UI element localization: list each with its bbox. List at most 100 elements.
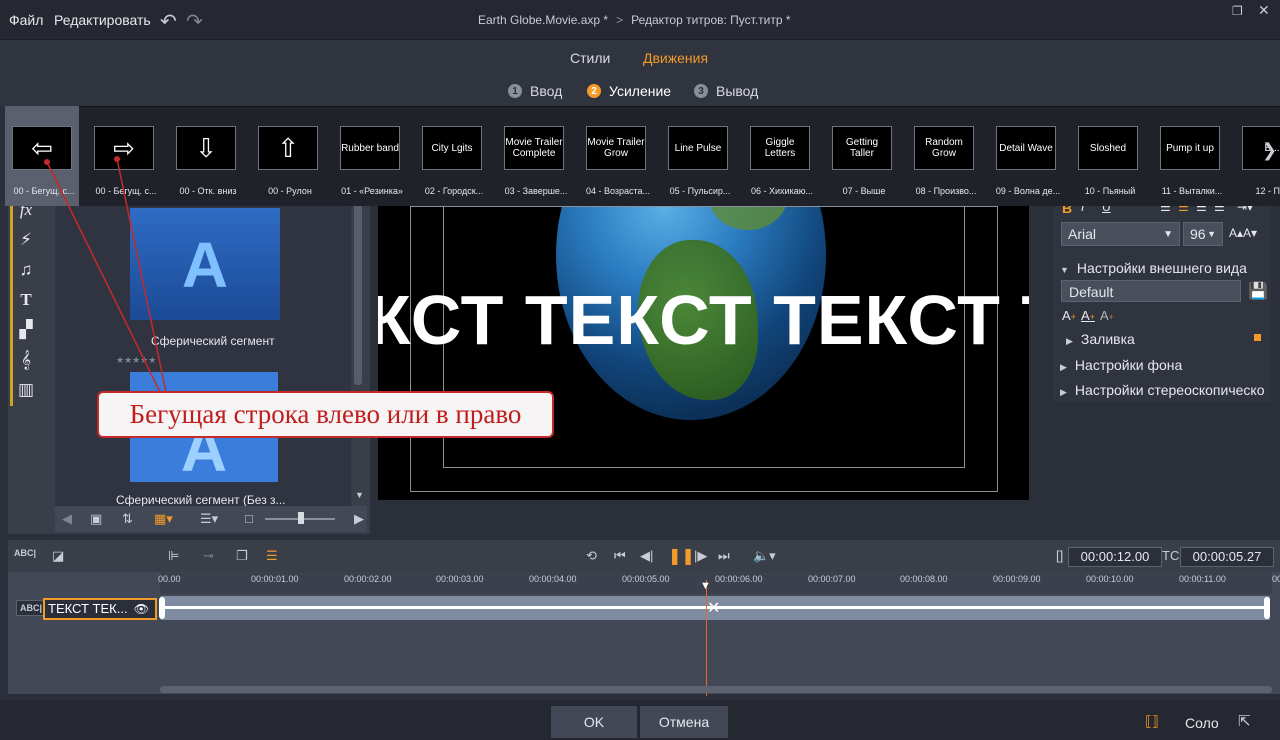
timeline-fit-icon[interactable]: ☰ — [266, 548, 278, 564]
motion-preset-thumb[interactable]: City Lgits — [422, 126, 482, 170]
clip-start-handle[interactable] — [159, 597, 165, 619]
pause-icon[interactable]: ❚❚ — [668, 546, 695, 566]
library-item-thumb[interactable]: A — [130, 208, 280, 320]
fill-color-swatch[interactable] — [1254, 334, 1261, 341]
timecode-field[interactable]: 00:00:05.27 — [1180, 547, 1274, 567]
title-preview[interactable]: КСТ ТЕКСТ ТЕКСТ Т — [378, 200, 1029, 500]
sync-icon[interactable]: ⇅ — [122, 511, 133, 527]
text-track-icon[interactable]: ABC| — [14, 548, 36, 558]
clip-end-handle[interactable] — [1264, 597, 1270, 619]
fullscreen-icon[interactable]: ⟦⟧ — [1145, 713, 1159, 730]
volume-icon[interactable]: 🔈▾ — [753, 548, 776, 564]
motion-preset-label: 02 - Городск... — [424, 186, 484, 196]
copy-icon[interactable]: ▣ — [90, 511, 102, 527]
tab-motions[interactable]: Движения — [643, 50, 708, 66]
motion-preset-thumb[interactable]: Giggle Letters — [750, 126, 810, 170]
menu-edit[interactable]: Редактировать — [54, 12, 151, 28]
ruler-tick-label: 00:00:09.00 — [993, 574, 1041, 584]
music-icon[interactable]: ♫ — [14, 260, 38, 280]
font-size-select[interactable]: 96 ▼ — [1183, 222, 1223, 246]
close-icon[interactable]: ✕ — [1258, 2, 1270, 19]
appearance-preset-field[interactable]: Default — [1061, 280, 1241, 302]
align-icon[interactable]: ⊫ — [168, 548, 179, 564]
playhead-icon[interactable]: ▼ — [700, 580, 711, 592]
motion-preset-label: 11 - Выталки... — [1161, 186, 1223, 196]
motion-preset-thumb[interactable]: Line Pulse — [668, 126, 728, 170]
duration-field[interactable]: 00:00:12.00 — [1068, 547, 1162, 567]
small-size-icon[interactable]: □ — [245, 511, 253, 526]
menu-file[interactable]: Файл — [9, 12, 43, 28]
ruler-tick-label: 00 — [1272, 574, 1280, 584]
ok-button[interactable]: OK — [551, 706, 637, 738]
step-outro[interactable]: 3 Вывод — [694, 83, 758, 99]
font-select[interactable]: Arial ▼ — [1061, 222, 1180, 246]
motion-preset-thumb[interactable]: Pump it up — [1160, 126, 1220, 170]
appearance-section[interactable]: ▼ Настройки внешнего вида — [1060, 260, 1247, 276]
scroll-down-icon[interactable]: ▼ — [355, 490, 364, 500]
fill-section[interactable]: ▶ Заливка — [1066, 331, 1135, 347]
title-icon[interactable]: T — [14, 290, 38, 310]
font-size-value: 96 — [1190, 226, 1206, 242]
step-number: 3 — [694, 84, 708, 98]
track-header[interactable]: ТЕКСТ ТЕК... 👁 — [43, 598, 157, 620]
library-scrollbar[interactable] — [354, 200, 362, 385]
motion-preset-thumb[interactable]: Random Grow — [914, 126, 974, 170]
motion-preset-thumb[interactable]: Movie Trailer Grow — [586, 126, 646, 170]
restore-icon[interactable]: ❐ — [1232, 4, 1243, 18]
motion-preset-thumb[interactable]: ⇨ — [94, 126, 154, 170]
stereo-section[interactable]: ▶ Настройки стереоскопическо — [1060, 382, 1272, 398]
font-grow-shrink-icon[interactable]: A▴A▾ — [1229, 226, 1257, 240]
layers-icon[interactable]: ❐ — [236, 548, 248, 564]
motion-preset-thumb[interactable]: Rubber band — [340, 126, 400, 170]
export-icon[interactable]: ⇱ — [1238, 712, 1251, 730]
go-to-end-icon[interactable]: ⏭ — [718, 548, 730, 564]
ruler-tick-label: 00:00:07.00 — [808, 574, 856, 584]
montage-icon[interactable]: ▞ — [14, 320, 38, 340]
shape-icon[interactable]: ◪ — [52, 548, 64, 564]
ruler-tick-label: 00.00 — [158, 574, 181, 584]
breadcrumb-project[interactable]: Earth Globe.Movie.axp * — [478, 13, 608, 27]
grid-view-icon[interactable]: ▦▾ — [154, 511, 173, 527]
preview-title-text[interactable]: КСТ ТЕКСТ ТЕКСТ Т — [378, 280, 1029, 360]
link-icon[interactable]: ⊸ — [203, 548, 214, 564]
go-to-start-icon[interactable]: ⏮ — [614, 548, 626, 564]
lightning-icon[interactable]: ⚡ — [14, 230, 38, 250]
rating-stars[interactable]: ★★★★★ — [116, 355, 156, 366]
loop-icon[interactable]: ⟲ — [586, 548, 597, 564]
undo-icon[interactable]: ↶ — [160, 9, 177, 34]
next-icon[interactable]: ▶ — [354, 511, 364, 527]
solo-button[interactable]: Соло — [1185, 715, 1219, 731]
motion-preset-thumb[interactable]: Sloshed — [1078, 126, 1138, 170]
strip-next-icon[interactable]: ❯ — [1262, 140, 1277, 161]
cancel-button[interactable]: Отмена — [640, 706, 728, 738]
motion-preset-thumb[interactable]: ⇧ — [258, 126, 318, 170]
step-emphasis[interactable]: 2 Усиление — [587, 83, 671, 99]
ruler-tick-label: 00:00:02.00 — [344, 574, 392, 584]
eye-icon[interactable]: 👁 — [134, 600, 149, 618]
redo-icon[interactable]: ↷ — [186, 9, 203, 34]
timeline-scrollbar[interactable] — [160, 686, 1272, 693]
add-edge-icon[interactable]: A+ — [1081, 308, 1095, 323]
tab-styles[interactable]: Стили — [570, 50, 610, 66]
motion-preset-thumb[interactable]: Getting Taller — [832, 126, 892, 170]
score-icon[interactable]: 𝄞 — [14, 350, 38, 370]
chevron-right-icon: > — [616, 13, 624, 27]
add-shadow-icon[interactable]: A+ — [1100, 308, 1114, 323]
text-track-icon[interactable]: ABC| — [16, 600, 47, 616]
prev-icon[interactable]: ◀ — [62, 511, 72, 527]
motion-preset-thumb[interactable]: Movie Trailer Complete — [504, 126, 564, 170]
caret-right-icon: ▶ — [1066, 336, 1073, 346]
save-icon[interactable]: 💾 — [1248, 281, 1268, 301]
motion-preset-thumb[interactable]: ⇦ — [12, 126, 72, 170]
step-intro[interactable]: 1 Ввод — [508, 83, 562, 99]
background-section[interactable]: ▶ Настройки фона — [1060, 357, 1182, 373]
list-view-icon[interactable]: ☰▾ — [200, 511, 218, 527]
step-forward-icon[interactable]: |▶ — [694, 548, 707, 564]
piano-icon[interactable]: ▥ — [14, 380, 38, 400]
add-face-icon[interactable]: A+ — [1062, 308, 1076, 323]
motion-preset-thumb[interactable]: Detail Wave — [996, 126, 1056, 170]
keyframe-icon[interactable]: ✕ — [707, 598, 720, 618]
slider-handle[interactable] — [298, 512, 304, 524]
motion-preset-thumb[interactable]: ⇩ — [176, 126, 236, 170]
step-back-icon[interactable]: ◀| — [640, 548, 653, 564]
